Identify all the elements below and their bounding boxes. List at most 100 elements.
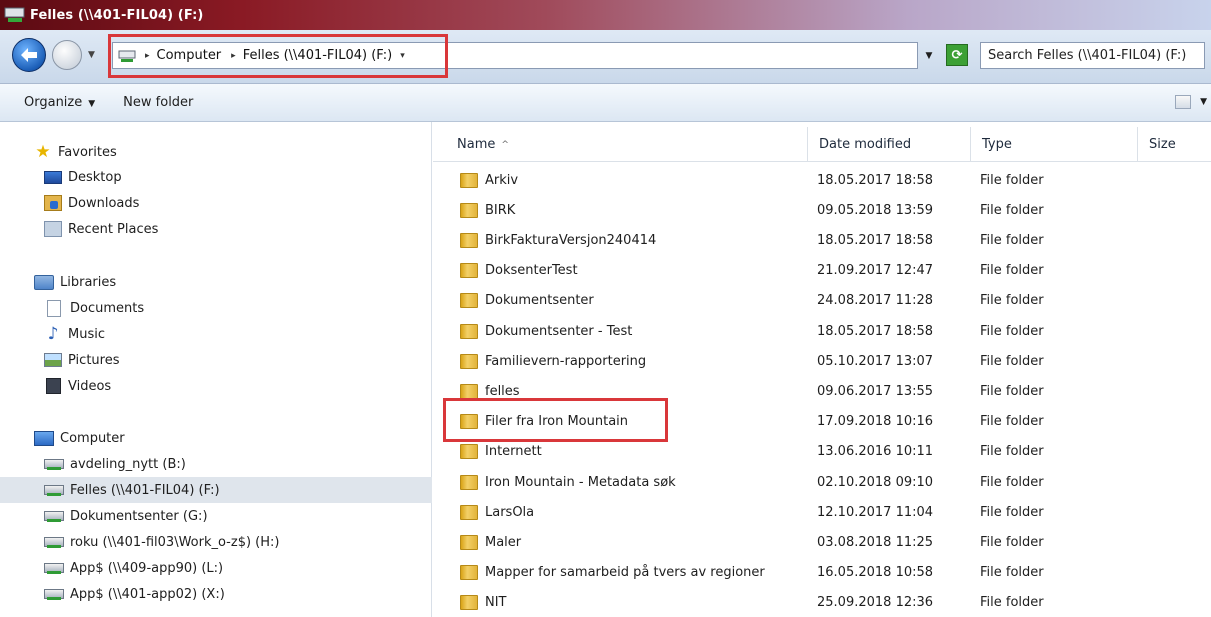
sidebar-item-desktop[interactable]: Desktop	[0, 164, 432, 190]
folder-icon	[460, 172, 478, 188]
file-row[interactable]: NIT 25.09.2018 12:36 File folder	[433, 588, 1211, 617]
sidebar-drive-f[interactable]: Felles (\\401-FIL04) (F:)	[0, 477, 432, 503]
file-date: 17.09.2018 10:16	[817, 414, 934, 430]
folder-icon	[460, 232, 478, 248]
network-drive-icon	[44, 561, 64, 575]
file-row[interactable]: Arkiv 18.05.2017 18:58 File folder	[433, 165, 1211, 195]
sidebar-item-videos[interactable]: Videos	[0, 373, 432, 399]
file-name: Mapper for samarbeid på tvers av regione…	[485, 565, 765, 581]
sidebar-label: roku (\\401-fil03\Work_o-z$) (H:)	[70, 534, 280, 550]
file-row[interactable]: Iron Mountain - Metadata søk 02.10.2018 0…	[433, 467, 1211, 497]
sidebar-item-pictures[interactable]: Pictures	[0, 347, 432, 373]
file-date: 25.09.2018 12:36	[817, 595, 934, 611]
file-row[interactable]: Maler 03.08.2018 11:25 File folder	[433, 527, 1211, 557]
back-button[interactable]	[12, 38, 46, 72]
folder-icon	[460, 444, 478, 460]
folder-icon	[460, 263, 478, 279]
sort-ascending-icon: ^	[501, 139, 509, 150]
navigation-pane: ★ Favorites Desktop Downloads Recent Pla…	[0, 122, 432, 617]
file-name: Dokumentsenter	[485, 293, 594, 309]
file-name-cell: Dokumentsenter - Test	[460, 316, 632, 346]
file-type: File folder	[980, 534, 1044, 550]
search-input[interactable]: Search Felles (\\401-FIL04) (F:)	[980, 42, 1205, 69]
new-folder-button[interactable]: New folder	[123, 95, 193, 110]
change-view-button[interactable]	[1175, 95, 1191, 109]
file-type: File folder	[980, 172, 1044, 188]
file-row[interactable]: LarsOla 12.10.2017 11:04 File folder	[433, 497, 1211, 527]
file-name: BirkFakturaVersjon240414	[485, 232, 657, 248]
sidebar-label: Pictures	[68, 352, 120, 368]
column-header-name[interactable]: Name ^	[446, 127, 808, 162]
sidebar-label: Favorites	[58, 144, 117, 160]
file-type: File folder	[980, 353, 1044, 369]
network-drive-icon	[44, 509, 64, 523]
folder-icon	[460, 293, 478, 309]
file-type: File folder	[980, 263, 1044, 279]
organize-button[interactable]: Organize ▼	[24, 95, 95, 110]
sidebar-label: Recent Places	[68, 221, 159, 237]
sidebar-item-downloads[interactable]: Downloads	[0, 190, 432, 216]
sidebar-drive-x[interactable]: App$ (\\401-app02) (X:)	[0, 581, 432, 607]
file-date: 12.10.2017 11:04	[817, 504, 934, 520]
network-drive-icon	[44, 457, 64, 471]
sidebar-item-recent-places[interactable]: Recent Places	[0, 216, 432, 242]
column-header-size[interactable]: Size	[1138, 127, 1211, 162]
file-date: 09.06.2017 13:55	[817, 383, 934, 399]
column-header-type[interactable]: Type	[971, 127, 1138, 162]
file-name-cell: Dokumentsenter	[460, 286, 594, 316]
file-name: Dokumentsenter - Test	[485, 323, 633, 339]
file-name-cell: BIRK	[460, 195, 515, 225]
sidebar-drive-g[interactable]: Dokumentsenter (G:)	[0, 503, 432, 529]
file-date: 16.05.2018 10:58	[817, 565, 934, 581]
file-row[interactable]: Familievern-rapportering 05.10.2017 13:07…	[433, 346, 1211, 376]
sidebar-item-music[interactable]: ♪ Music	[0, 321, 432, 347]
file-date: 18.05.2017 18:58	[817, 232, 934, 248]
network-drive-icon	[44, 587, 64, 601]
file-name: BIRK	[485, 202, 516, 218]
file-type: File folder	[980, 383, 1044, 399]
sidebar-label: App$ (\\409-app90) (L:)	[70, 560, 224, 576]
refresh-icon: ⟳	[951, 47, 963, 63]
folder-icon	[460, 474, 478, 490]
file-row[interactable]: DoksenterTest 21.09.2017 12:47 File folder	[433, 256, 1211, 286]
forward-button[interactable]	[52, 40, 82, 70]
folder-icon	[460, 534, 478, 550]
recent-pages-dropdown[interactable]: ▼	[88, 50, 95, 60]
file-type: File folder	[980, 323, 1044, 339]
sidebar-label: Felles (\\401-FIL04) (F:)	[70, 482, 220, 498]
window-title: Felles (\\401-FIL04) (F:)	[30, 7, 204, 23]
file-type: File folder	[980, 474, 1044, 490]
folder-icon	[460, 595, 478, 611]
sidebar-computer[interactable]: Computer	[0, 425, 432, 451]
sidebar-drive-b[interactable]: avdeling_nytt (B:)	[0, 451, 432, 477]
sidebar-label: Desktop	[68, 169, 122, 185]
file-name-cell: Mapper for samarbeid på tvers av regione…	[460, 558, 765, 588]
sidebar-item-documents[interactable]: Documents	[0, 295, 432, 321]
arrow-left-icon	[21, 48, 37, 62]
sidebar-label: Computer	[60, 430, 125, 446]
file-name: felles	[485, 383, 520, 399]
star-icon: ★	[35, 142, 51, 162]
sidebar-drive-h[interactable]: roku (\\401-fil03\Work_o-z$) (H:)	[0, 529, 432, 555]
file-date: 18.05.2017 18:58	[817, 323, 934, 339]
file-type: File folder	[980, 414, 1044, 430]
file-row[interactable]: BirkFakturaVersjon240414 18.05.2017 18:58…	[433, 225, 1211, 255]
address-highlight-box	[108, 34, 448, 78]
file-name: Iron Mountain - Metadata søk	[485, 474, 676, 490]
column-label: Size	[1149, 137, 1176, 152]
sidebar-favorites[interactable]: ★ Favorites	[0, 139, 432, 165]
file-date: 05.10.2017 13:07	[817, 353, 934, 369]
file-row[interactable]: Dokumentsenter 24.08.2017 11:28 File folde…	[433, 286, 1211, 316]
documents-icon	[47, 299, 61, 317]
file-row[interactable]: BIRK 09.05.2018 13:59 File folder	[433, 195, 1211, 225]
file-row[interactable]: Mapper for samarbeid på tvers av regione…	[433, 558, 1211, 588]
refresh-button[interactable]: ⟳	[946, 44, 968, 66]
sidebar-drive-l[interactable]: App$ (\\409-app90) (L:)	[0, 555, 432, 581]
column-header-date[interactable]: Date modified	[808, 127, 971, 162]
address-history-dropdown[interactable]: ▼	[918, 42, 940, 69]
sidebar-label: avdeling_nytt (B:)	[70, 456, 186, 472]
column-label: Type	[982, 137, 1012, 152]
file-row[interactable]: Dokumentsenter - Test 18.05.2017 18:58 Fil…	[433, 316, 1211, 346]
sidebar-libraries[interactable]: Libraries	[0, 269, 432, 295]
view-options-dropdown[interactable]: ▼	[1200, 97, 1207, 107]
